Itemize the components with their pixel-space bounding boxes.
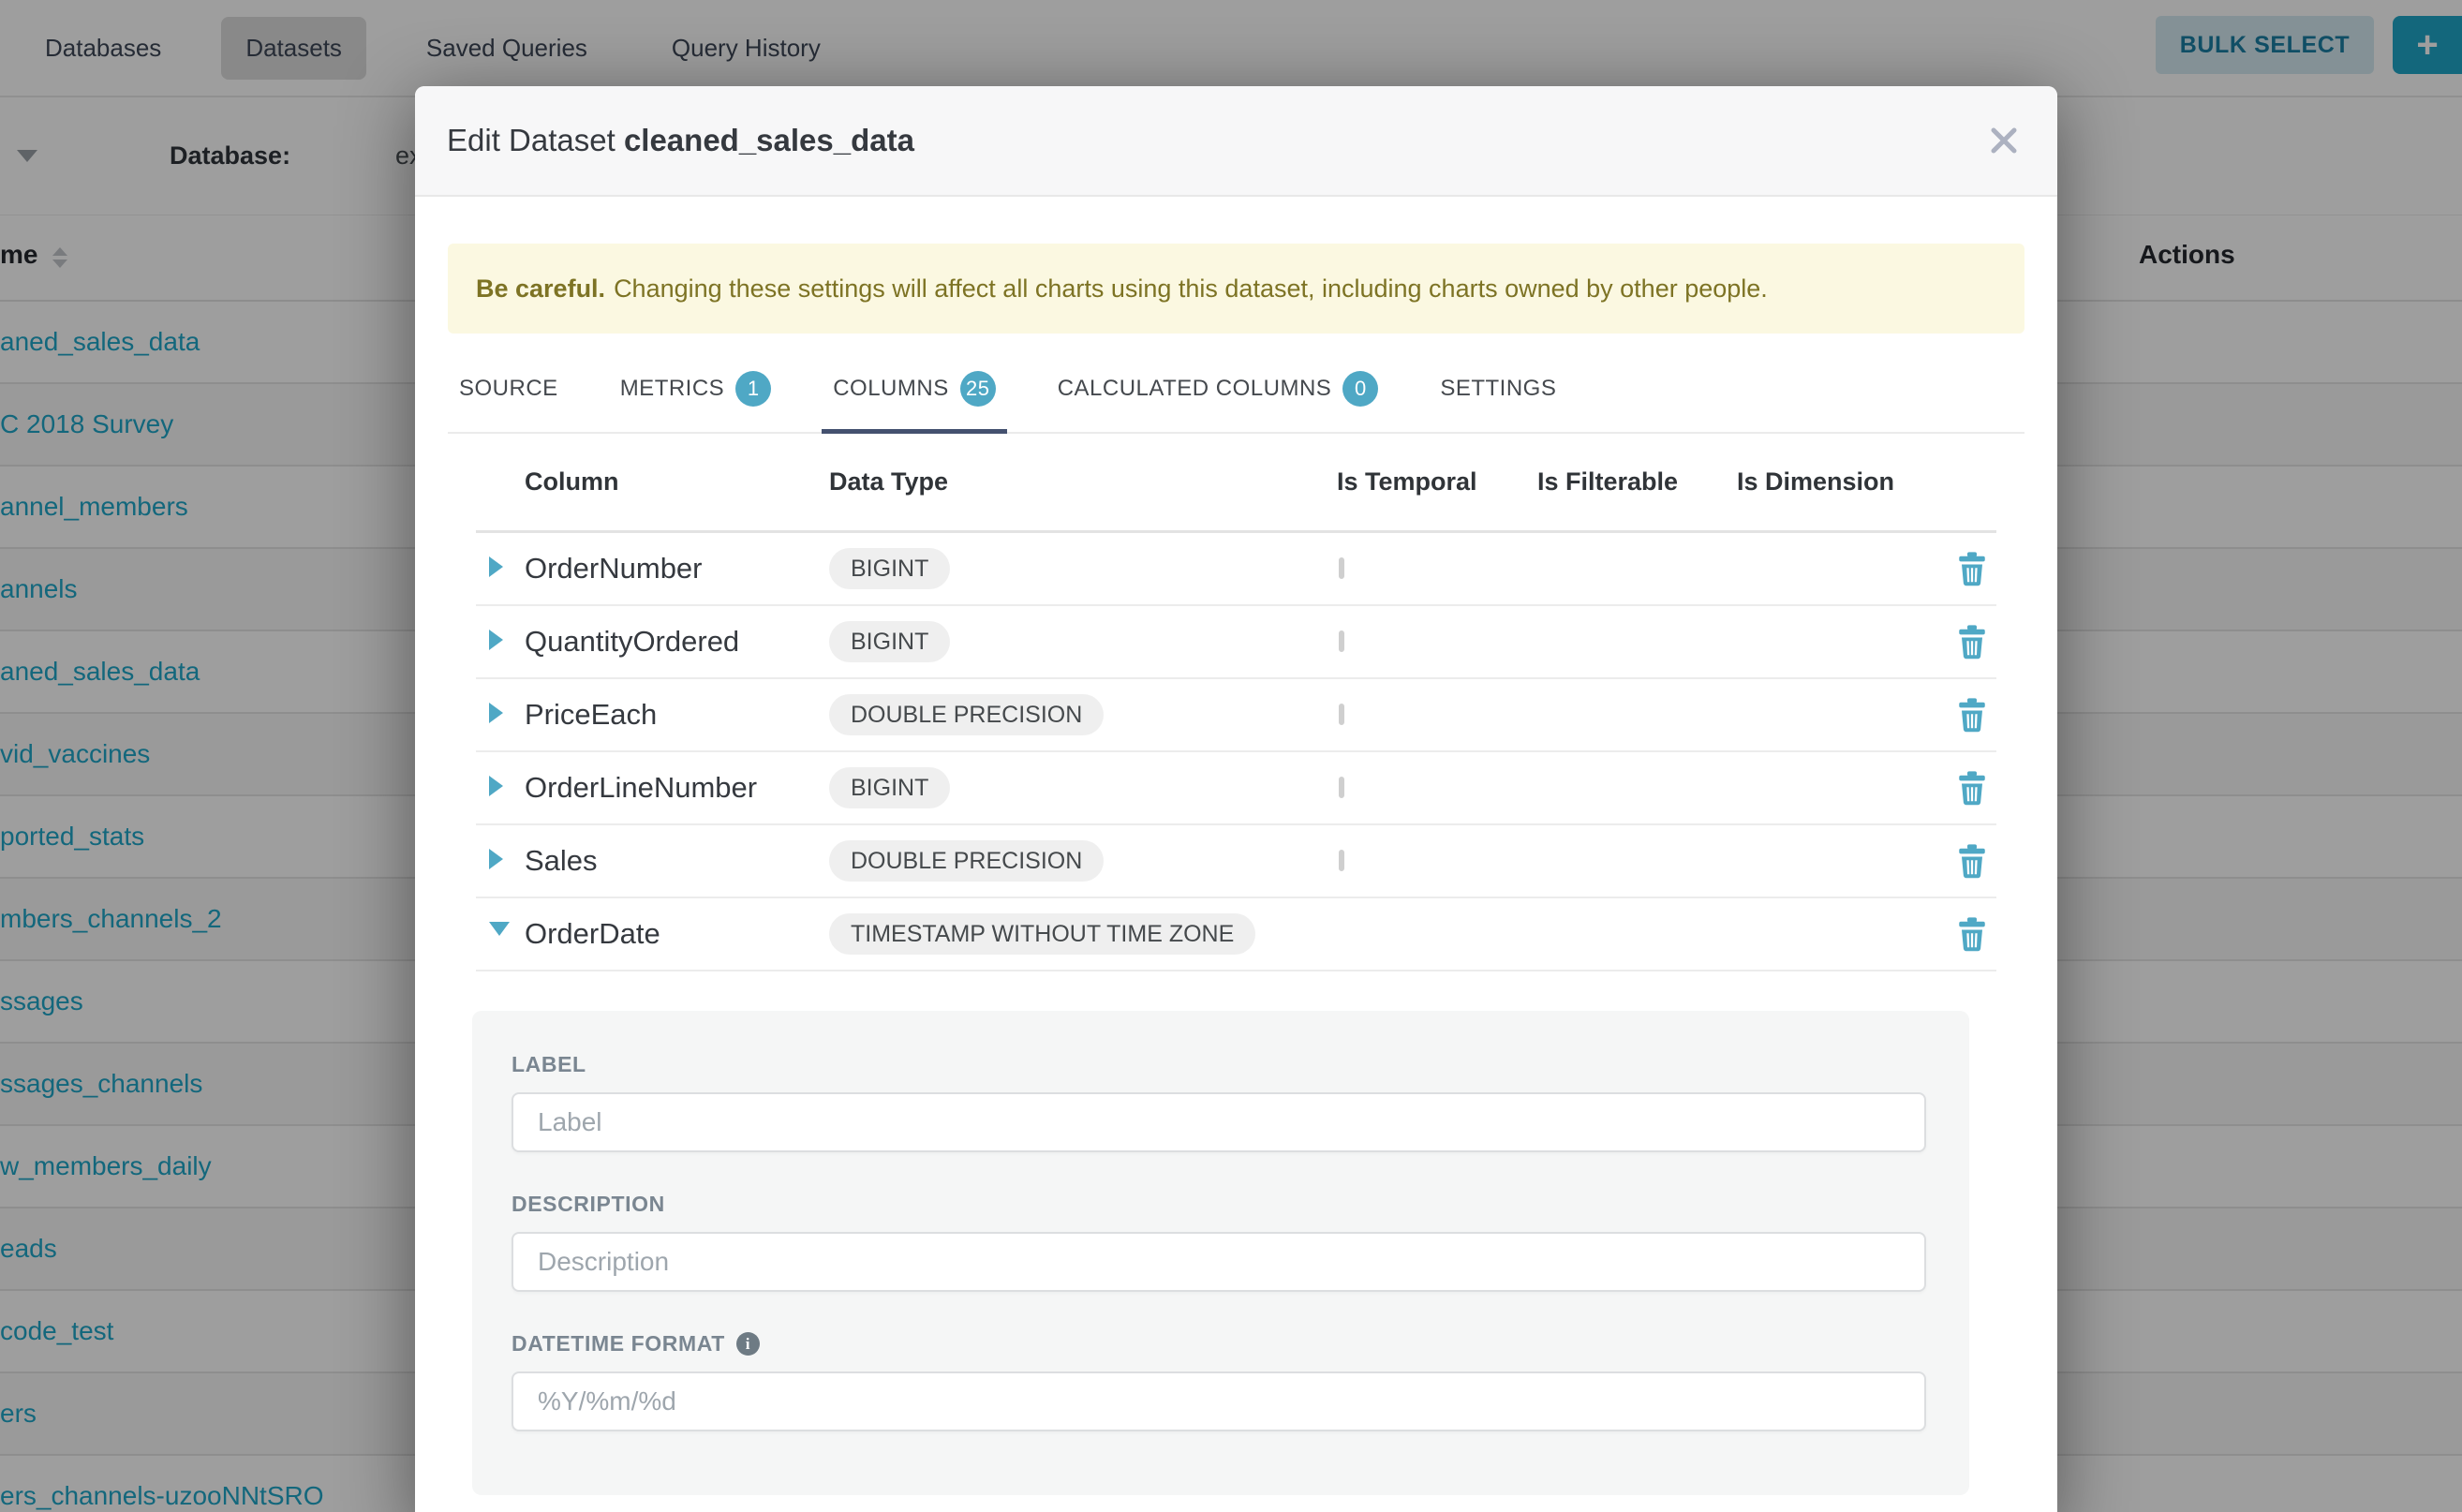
tab-label: CALCULATED COLUMNS bbox=[1058, 376, 1332, 402]
data-type-pill: DOUBLE PRECISION bbox=[829, 694, 1104, 735]
data-type-pill: TIMESTAMP WITHOUT TIME ZONE bbox=[829, 913, 1255, 955]
data-type-pill: BIGINT bbox=[829, 621, 950, 662]
data-type-pill: BIGINT bbox=[829, 548, 950, 589]
description-field-label: DESCRIPTION bbox=[512, 1192, 1969, 1217]
tab-label: SOURCE bbox=[459, 376, 558, 402]
data-type-pill: BIGINT bbox=[829, 767, 950, 808]
column-name: OrderDate bbox=[525, 917, 829, 951]
label-input[interactable] bbox=[512, 1092, 1926, 1152]
modal-header: Edit Dataset cleaned_sales_data bbox=[415, 86, 2057, 197]
close-icon bbox=[1988, 125, 2020, 156]
datetime-format-input[interactable] bbox=[512, 1371, 1926, 1431]
column-row: PriceEach DOUBLE PRECISION bbox=[476, 679, 1996, 752]
delete-trash-icon[interactable] bbox=[1958, 552, 1986, 586]
warning-banner: Be careful. Changing these settings will… bbox=[448, 244, 2024, 334]
modal-dataset-name: cleaned_sales_data bbox=[624, 123, 914, 157]
is-temporal-checkbox[interactable] bbox=[1339, 850, 1344, 871]
expand-caret-icon[interactable] bbox=[489, 922, 510, 946]
column-header: Column bbox=[525, 467, 829, 497]
metrics-count-badge: 1 bbox=[735, 371, 771, 407]
tab-columns[interactable]: COLUMNS 25 bbox=[822, 354, 1007, 434]
tab-metrics[interactable]: METRICS 1 bbox=[609, 354, 783, 434]
data-type-header: Data Type bbox=[829, 467, 1337, 497]
delete-trash-icon[interactable] bbox=[1958, 625, 1986, 660]
columns-count-badge: 25 bbox=[960, 371, 996, 407]
expand-caret-icon[interactable] bbox=[489, 849, 503, 869]
calculated-columns-count-badge: 0 bbox=[1342, 371, 1378, 407]
tab-label: SETTINGS bbox=[1440, 376, 1556, 402]
expand-caret-icon[interactable] bbox=[489, 776, 503, 796]
column-row: OrderLineNumber BIGINT bbox=[476, 752, 1996, 825]
is-temporal-checkbox[interactable] bbox=[1339, 557, 1344, 579]
expand-caret-icon[interactable] bbox=[489, 703, 503, 723]
warning-bold: Be careful. bbox=[476, 274, 605, 304]
data-type-pill: DOUBLE PRECISION bbox=[829, 840, 1104, 882]
tab-settings[interactable]: SETTINGS bbox=[1429, 354, 1567, 434]
close-button[interactable] bbox=[1982, 119, 2025, 162]
warning-text: Changing these settings will affect all … bbox=[614, 274, 1768, 304]
tab-label: METRICS bbox=[620, 376, 725, 402]
edit-dataset-modal: Edit Dataset cleaned_sales_data Be caref… bbox=[415, 86, 2057, 1512]
datetime-format-field-label: DATETIME FORMAT i bbox=[512, 1331, 1969, 1356]
is-temporal-checkbox[interactable] bbox=[1339, 704, 1344, 725]
tab-label: COLUMNS bbox=[833, 376, 949, 402]
column-name: QuantityOrdered bbox=[525, 625, 829, 659]
modal-body: Be careful. Changing these settings will… bbox=[415, 244, 2057, 1495]
expand-caret-icon[interactable] bbox=[489, 556, 503, 577]
tab-calculated-columns[interactable]: CALCULATED COLUMNS 0 bbox=[1046, 354, 1390, 434]
column-name: PriceEach bbox=[525, 698, 829, 732]
is-temporal-checkbox[interactable] bbox=[1339, 777, 1344, 798]
modal-title: Edit Dataset cleaned_sales_data bbox=[447, 123, 914, 158]
is-dimension-header: Is Dimension bbox=[1737, 467, 1944, 497]
is-temporal-header: Is Temporal bbox=[1337, 467, 1537, 497]
label-field-label: LABEL bbox=[512, 1052, 1969, 1077]
column-row: Sales DOUBLE PRECISION bbox=[476, 825, 1996, 898]
expand-caret-icon[interactable] bbox=[489, 630, 503, 650]
delete-trash-icon[interactable] bbox=[1958, 771, 1986, 806]
column-name: OrderLineNumber bbox=[525, 771, 829, 805]
columns-table-header: Column Data Type Is Temporal Is Filterab… bbox=[476, 434, 1996, 533]
tab-bar: SOURCE METRICS 1 COLUMNS 25 CALCULATED C… bbox=[448, 354, 2024, 434]
is-temporal-checkbox[interactable] bbox=[1339, 630, 1344, 652]
description-input[interactable] bbox=[512, 1232, 1926, 1292]
column-row: QuantityOrdered BIGINT bbox=[476, 606, 1996, 679]
columns-table: Column Data Type Is Temporal Is Filterab… bbox=[476, 434, 1996, 1495]
column-detail-panel: LABEL DESCRIPTION DATETIME FORMAT i bbox=[472, 1011, 1969, 1495]
column-row: OrderNumber BIGINT bbox=[476, 533, 1996, 606]
info-icon[interactable]: i bbox=[736, 1332, 760, 1356]
delete-trash-icon[interactable] bbox=[1958, 917, 1986, 952]
is-filterable-header: Is Filterable bbox=[1537, 467, 1737, 497]
column-name: Sales bbox=[525, 844, 829, 878]
column-row: OrderDate TIMESTAMP WITHOUT TIME ZONE bbox=[476, 898, 1996, 971]
modal-title-prefix: Edit Dataset bbox=[447, 123, 616, 157]
column-name: OrderNumber bbox=[525, 552, 829, 586]
tab-source[interactable]: SOURCE bbox=[448, 354, 570, 434]
delete-trash-icon[interactable] bbox=[1958, 698, 1986, 733]
delete-trash-icon[interactable] bbox=[1958, 844, 1986, 879]
